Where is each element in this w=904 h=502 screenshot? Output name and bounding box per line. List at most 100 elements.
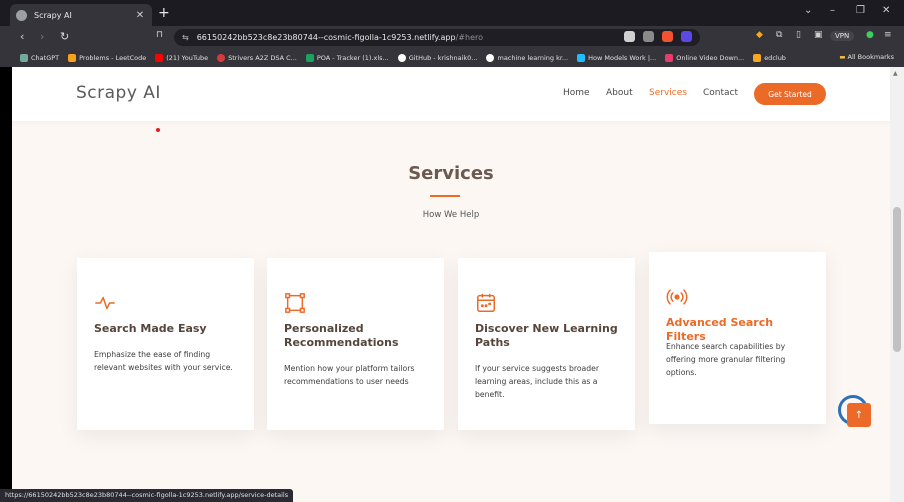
bookmark-favicon-icon (155, 53, 164, 62)
calendar-icon (477, 293, 495, 312)
forward-button[interactable]: › (40, 30, 44, 43)
bookmark-item[interactable]: How Models Work |... (577, 53, 657, 62)
reload-button[interactable]: ↻ (60, 30, 69, 43)
bookmark-label: edclub (764, 53, 786, 62)
bookmark-item[interactable]: Online Video Down... (665, 53, 745, 62)
bookmark-label: machine learning kr... (497, 53, 569, 62)
card-description: Enhance search capabilities by offering … (666, 342, 786, 377)
card-title: Search Made Easy (94, 322, 207, 335)
url-host: 66150242bb523c8e23b80744--cosmic-figolla… (196, 33, 456, 42)
brave-rewards-icon[interactable] (681, 31, 692, 42)
service-card[interactable]: Advanced Search Filters Enhance search c… (649, 252, 826, 424)
site-info-icon[interactable]: ⇆ (182, 33, 189, 42)
bookmark-item[interactable]: edclub (753, 53, 786, 62)
scroll-thumb[interactable] (893, 207, 901, 352)
bookmark-favicon-icon (577, 53, 586, 62)
bookmark-label: GitHub - krishnaik0... (408, 53, 478, 62)
bookmark-item[interactable]: GitHub - krishnaik0... (397, 53, 478, 62)
nav-about[interactable]: About (606, 88, 633, 98)
share-icon[interactable] (643, 31, 654, 42)
close-tab-icon[interactable]: ✕ (134, 10, 146, 21)
back-button[interactable]: ‹ (20, 30, 24, 43)
bookmark-label: ChatGPT (31, 53, 60, 62)
browser-tab[interactable]: Scrapy AI ✕ (10, 4, 152, 26)
bookmark-label: Online Video Down... (676, 53, 745, 62)
card-title: Personalized Recommendations (284, 322, 399, 349)
get-started-button[interactable]: Get Started (754, 83, 826, 105)
scroll-to-top-button[interactable]: ↑ (847, 403, 871, 427)
github-icon (486, 53, 495, 62)
bookmark-label: Problems - LeetCode (79, 53, 147, 62)
card-description: Emphasize the ease of finding relevant w… (94, 350, 233, 372)
service-card[interactable]: Search Made Easy Emphasize the ease of f… (77, 258, 254, 430)
nav-services[interactable]: Services (649, 88, 687, 98)
address-bar[interactable]: ⇆ 66150242bb523c8e23b80744--cosmic-figol… (174, 29, 700, 46)
address-bar-actions (624, 31, 692, 42)
nav-contact[interactable]: Contact (703, 88, 738, 98)
card-description: Mention how your platform tailors recomm… (284, 364, 415, 386)
bookmark-label: How Models Work |... (588, 53, 657, 62)
activity-icon (95, 296, 115, 310)
bookmarks-bar: ChatGPT Problems - LeetCode (21) YouTube… (0, 48, 904, 67)
extension-icon[interactable] (624, 31, 635, 42)
vpn-button[interactable]: VPN (830, 31, 855, 41)
site-logo[interactable]: Scrapy AI (76, 83, 161, 103)
wallet-icon[interactable]: ◆ (756, 30, 763, 40)
sidebar-icon[interactable]: ▯ (796, 30, 801, 40)
arrow-up-icon: ↑ (854, 409, 864, 421)
bookmark-favicon-icon (68, 53, 77, 62)
tab-strip: Scrapy AI ✕ + ⌄ – ❐ ✕ (0, 0, 904, 26)
bounding-box-icon (285, 293, 305, 313)
close-window-button[interactable]: ✕ (882, 5, 890, 16)
bookmark-favicon-icon (217, 53, 226, 62)
scroll-up-icon[interactable]: ▲ (893, 70, 898, 77)
tab-search-icon[interactable]: ⌄ (804, 5, 812, 16)
page-viewport: Scrapy AI Home About Services Contact Ge… (12, 67, 890, 502)
bookmark-item[interactable]: ChatGPT (20, 53, 60, 62)
all-bookmarks-label: All Bookmarks (847, 53, 894, 61)
profile-icon[interactable]: ● (866, 30, 874, 40)
bookmark-label: POA - Tracker (1).xls... (316, 53, 389, 62)
broadcast-icon (666, 289, 688, 305)
bookmark-item[interactable]: (21) YouTube (155, 53, 209, 62)
extensions-icon[interactable]: ⧉ (776, 30, 782, 40)
globe-icon (16, 9, 27, 21)
site-header: Scrapy AI Home About Services Contact Ge… (12, 67, 890, 121)
folder-icon: ▬ (839, 53, 846, 61)
bookmark-favicon-icon (665, 53, 674, 62)
nav-home[interactable]: Home (563, 88, 590, 98)
wallet-panel-icon[interactable]: ▣ (814, 30, 823, 40)
browser-chrome: Scrapy AI ✕ + ⌄ – ❐ ✕ ‹ › ↻ ⊓ ⇆ 66150242… (0, 0, 904, 67)
bookmark-item[interactable]: POA - Tracker (1).xls... (305, 53, 389, 62)
bookmark-label: (21) YouTube (166, 53, 209, 62)
status-bar-url: https://66150242bb523c8e23b80744--cosmic… (0, 489, 294, 502)
page-scrollbar[interactable]: ▲ (890, 67, 904, 502)
card-description: If your service suggests broader learnin… (475, 364, 600, 399)
bookmark-item[interactable]: machine learning kr... (486, 53, 569, 62)
browser-toolbar: ‹ › ↻ ⊓ ⇆ 66150242bb523c8e23b80744--cosm… (0, 26, 904, 48)
url-path: /#hero (455, 33, 483, 42)
service-card[interactable]: Personalized Recommendations Mention how… (267, 258, 444, 430)
bookmark-item[interactable]: Strivers A2Z DSA C... (217, 53, 297, 62)
bookmark-icon[interactable]: ⊓ (156, 30, 163, 40)
bookmark-favicon-icon (753, 53, 762, 62)
bookmark-item[interactable]: Problems - LeetCode (68, 53, 147, 62)
bookmark-favicon-icon (305, 53, 314, 62)
bookmark-favicon-icon (20, 53, 28, 62)
minimize-button[interactable]: – (830, 5, 835, 16)
cursor-dot (156, 128, 160, 132)
section-title: Services (408, 163, 494, 184)
all-bookmarks-button[interactable]: ▬ All Bookmarks (839, 53, 894, 61)
service-card[interactable]: Discover New Learning Paths If your serv… (458, 258, 635, 430)
menu-icon[interactable]: ≡ (884, 30, 892, 40)
github-icon (397, 53, 406, 62)
title-underline (430, 195, 460, 197)
card-title: Discover New Learning Paths (475, 322, 618, 349)
restore-button[interactable]: ❐ (856, 5, 865, 16)
brave-shields-icon[interactable] (662, 31, 673, 42)
bookmark-label: Strivers A2Z DSA C... (228, 53, 297, 62)
tab-title: Scrapy AI (34, 10, 72, 20)
new-tab-button[interactable]: + (158, 6, 170, 20)
section-subtitle: How We Help (422, 210, 480, 220)
card-title: Advanced Search Filters (666, 316, 774, 343)
